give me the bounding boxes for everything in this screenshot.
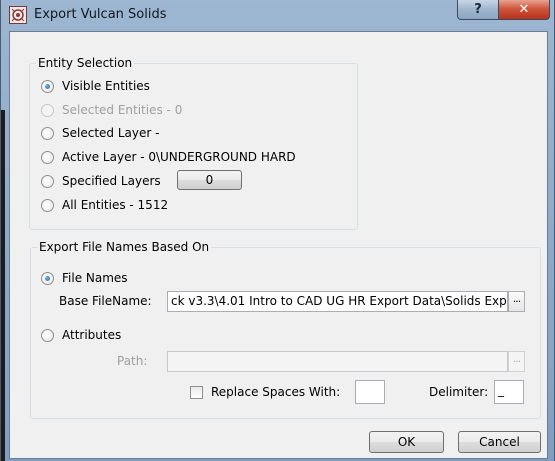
radio-attributes[interactable]: Attributes [41, 327, 121, 343]
radio-button[interactable] [41, 271, 54, 285]
radio-button[interactable] [41, 174, 54, 188]
dialog-client-area: Entity Selection Visible Entities Select… [9, 31, 548, 459]
browse-button[interactable]: ··· [508, 291, 525, 312]
radio-button[interactable] [41, 198, 54, 212]
vulcan-app-icon [9, 6, 27, 24]
export-names-group: Export File Names Based On File Names Ba… [30, 240, 541, 419]
help-button[interactable]: ? [457, 0, 499, 20]
replace-spaces-label: Replace Spaces With: [211, 385, 341, 399]
radio-button[interactable] [41, 150, 54, 164]
entity-selection-title: Entity Selection [36, 56, 135, 70]
ellipsis-icon: ··· [512, 295, 521, 308]
entity-selection-group: Entity Selection Visible Entities Select… [29, 56, 358, 230]
radio-button[interactable] [41, 328, 54, 342]
radio-button[interactable] [41, 79, 54, 93]
option-label: Selected Entities - 0 [62, 103, 183, 117]
radio-specified-layers[interactable]: Specified Layers [41, 173, 161, 189]
radio-button[interactable] [41, 126, 54, 140]
delimiter-input[interactable]: _ [494, 380, 524, 404]
specified-layers-button[interactable]: 0 [177, 170, 242, 190]
radio-all-entities[interactable]: All Entities - 1512 [41, 197, 168, 213]
base-filename-input[interactable]: ck v3.3\4.01 Intro to CAD UG HR Export D… [167, 291, 508, 312]
cancel-button[interactable]: Cancel [458, 431, 541, 453]
replace-spaces-checkbox[interactable] [190, 385, 203, 399]
replace-spaces-input[interactable] [355, 380, 385, 404]
path-input [167, 351, 508, 372]
radio-file-names[interactable]: File Names [41, 270, 128, 286]
radio-button [41, 103, 54, 117]
ok-button[interactable]: OK [369, 431, 444, 453]
option-label: Selected Layer - [62, 126, 160, 140]
option-label: Specified Layers [62, 174, 161, 188]
background-edge [1, 110, 5, 461]
export-names-title: Export File Names Based On [37, 240, 212, 254]
radio-selected-entities: Selected Entities - 0 [41, 102, 182, 118]
radio-selected-layer[interactable]: Selected Layer - [41, 125, 159, 141]
option-label: Attributes [62, 328, 122, 342]
option-label: File Names [62, 271, 128, 285]
radio-visible-entities[interactable]: Visible Entities [41, 78, 150, 94]
option-label: Active Layer - 0\UNDERGROUND HARD [62, 150, 296, 164]
option-label: All Entities - 1512 [62, 198, 169, 212]
option-label: Visible Entities [62, 79, 150, 93]
title-bar[interactable]: Export Vulcan Solids ? ✕ [1, 0, 554, 30]
path-browse-button: ··· [508, 351, 525, 372]
delimiter-label: Delimiter: [429, 385, 489, 399]
window-title: Export Vulcan Solids [34, 7, 167, 22]
close-button[interactable]: ✕ [498, 0, 550, 20]
radio-active-layer[interactable]: Active Layer - 0\UNDERGROUND HARD [41, 149, 296, 165]
base-filename-label: Base FileName: [59, 294, 152, 308]
path-label: Path: [117, 354, 148, 368]
dialog-window: Export Vulcan Solids ? ✕ Entity Selectio… [0, 0, 555, 461]
ellipsis-icon: ··· [512, 355, 521, 368]
close-icon: ✕ [518, 2, 530, 17]
replace-spaces-checkbox-row[interactable]: Replace Spaces With: [190, 384, 340, 400]
